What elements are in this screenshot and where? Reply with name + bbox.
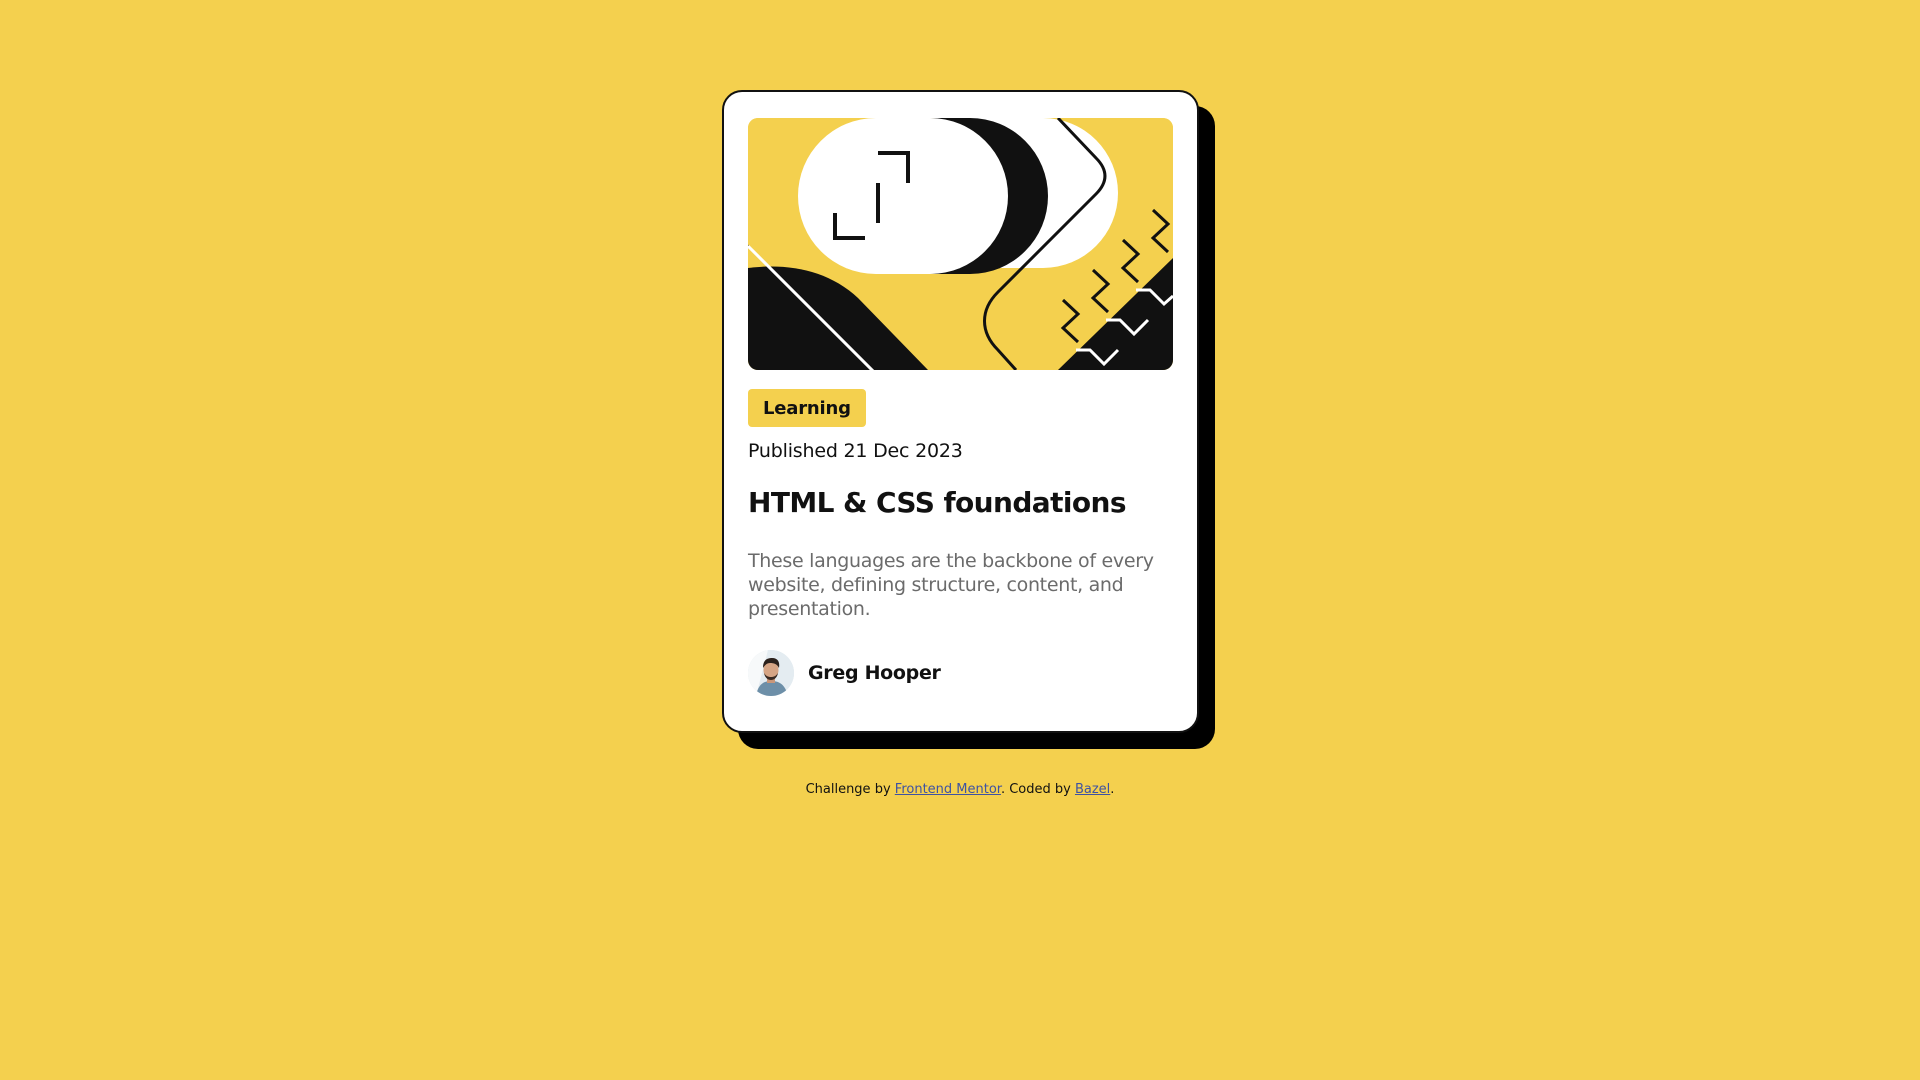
avatar-photo-icon [748,650,794,696]
author: Greg Hooper [748,650,1173,696]
attribution-middle: . Coded by [1000,782,1075,797]
illustration-graphic [748,118,1173,370]
article-description: These languages are the backbone of ever… [748,550,1154,620]
blog-preview-card: Learning Published 21 Dec 2023 HTML & CS… [722,90,1199,733]
category-tag: Learning [748,389,866,427]
author-link[interactable]: Bazel [1075,782,1110,797]
attribution: Challenge by Frontend Mentor. Coded by B… [0,782,1920,797]
article-illustration [748,118,1173,370]
article-title[interactable]: HTML & CSS foundations [748,486,1173,519]
attribution-prefix: Challenge by [805,782,895,797]
published-date: Published 21 Dec 2023 [748,440,963,462]
frontend-mentor-link[interactable]: Frontend Mentor [895,782,1001,797]
avatar [748,650,794,696]
attribution-suffix: . [1110,782,1115,797]
author-name: Greg Hooper [808,662,941,684]
